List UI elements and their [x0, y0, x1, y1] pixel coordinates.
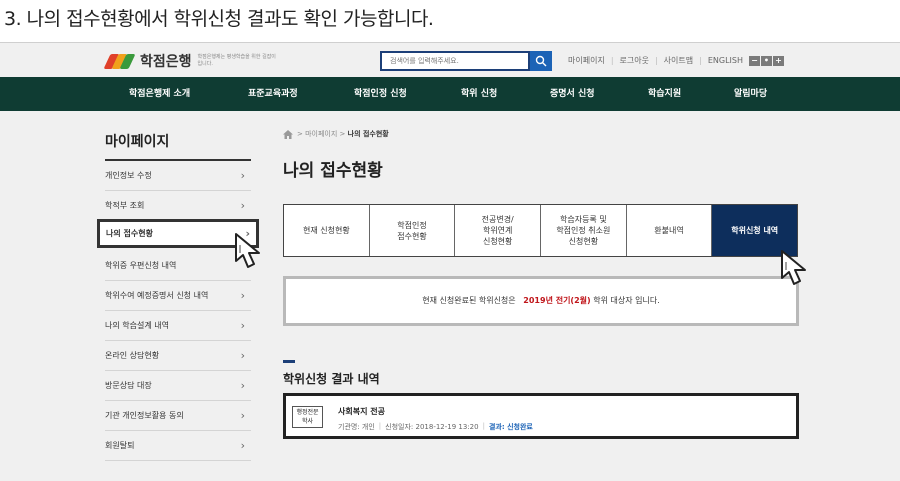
divider: |: [699, 56, 702, 65]
tab-refund[interactable]: 환불내역: [627, 205, 713, 256]
main-nav: 학점은행제 소개 표준교육과정 학점인정 신청 학위 신청 증명서 신청 학습지…: [0, 77, 900, 111]
chevron-right-icon: ›: [240, 409, 245, 422]
english-link[interactable]: ENGLISH: [708, 56, 743, 65]
tab-major-change[interactable]: 전공변경/ 학위연계 신청현황: [455, 205, 542, 256]
chevron-right-icon: ›: [240, 379, 245, 392]
sidebar-item-label: 기관 개인정보활용 동의: [105, 411, 184, 420]
sidebar-item-online-consult[interactable]: 온라인 상담현황 ›: [105, 341, 251, 371]
logout-link[interactable]: 로그아웃: [620, 55, 649, 66]
tab-credit-status[interactable]: 학점인정 접수현황: [370, 205, 456, 256]
search-button[interactable]: [530, 51, 552, 71]
sidebar-item-label: 온라인 상담현황: [105, 351, 160, 360]
sidebar-item-label: 방문상담 대장: [105, 381, 152, 390]
site-header: 학점은행 학점은행제는 평생학습을 위한 길잡이 입니다. 마이페이지 | 로그…: [0, 43, 900, 77]
zoom-controls: − • +: [748, 55, 785, 66]
sidebar-item-label: 나의 접수현황: [106, 229, 153, 238]
sidebar-item-expected-cert[interactable]: 학위수여 예정증명서 신청 내역 ›: [105, 281, 251, 311]
status-tabs: 현재 신청현황 학점인정 접수현황 전공변경/ 학위연계 신청현황 학습자등록 …: [283, 204, 798, 257]
breadcrumb-parent[interactable]: 마이페이지: [305, 129, 337, 139]
chevron-right-icon: ›: [240, 199, 245, 212]
site-logo[interactable]: 학점은행 학점은행제는 평생학습을 위한 길잡이 입니다.: [103, 51, 278, 71]
sidebar-item-study-plan[interactable]: 나의 학습설계 내역 ›: [105, 311, 251, 341]
section-marker: [283, 360, 295, 363]
chevron-right-icon: ›: [240, 289, 245, 302]
logo-slogan: 학점은행제는 평생학습을 위한 길잡이 입니다.: [197, 54, 276, 67]
notice-box: 현재 신청완료된 학위신청은 2019년 전기(2월) 학위 대상자 입니다.: [283, 276, 799, 326]
nav-item-curriculum[interactable]: 표준교육과정: [248, 77, 298, 111]
sidebar-item-label: 나의 학습설계 내역: [105, 321, 169, 330]
meta-result: 결과: 신청완료: [488, 423, 533, 431]
page-title: 나의 접수현황: [283, 161, 383, 181]
pointer-cursor-icon: [781, 250, 806, 285]
divider: |: [378, 422, 382, 430]
sitemap-link[interactable]: 사이트맵: [664, 55, 693, 66]
logo-text: 학점은행: [140, 54, 192, 70]
zoom-reset-button[interactable]: •: [760, 55, 772, 66]
notice-suffix: 학위 대상자 입니다.: [593, 296, 660, 305]
divider: |: [482, 422, 485, 430]
chevron-right-icon: ›: [240, 319, 245, 332]
breadcrumb-current: 나의 접수현황: [347, 130, 389, 138]
nav-item-support[interactable]: 학습지원: [648, 77, 681, 111]
sidebar-item-label: 학적부 조회: [105, 201, 145, 210]
notice-prefix: 현재 신청완료된 학위신청은: [422, 296, 516, 305]
chevron-right-icon: ›: [240, 349, 245, 362]
tab-current-status[interactable]: 현재 신청현황: [284, 205, 370, 256]
breadcrumb-separator: >: [297, 130, 303, 138]
notice-highlight: 2019년 전기(2월): [523, 296, 591, 305]
meta-date: 신청일자: 2018-12-19 13:20: [385, 423, 479, 431]
sidebar-item-label: 개인정보 수정: [105, 171, 152, 180]
zoom-out-button[interactable]: −: [748, 55, 760, 66]
pointer-cursor-icon: [235, 233, 260, 268]
home-icon[interactable]: [283, 129, 293, 139]
divider: |: [610, 56, 614, 65]
sidebar-item-withdraw[interactable]: 회원탈퇴 ›: [105, 431, 251, 461]
sidebar-item-profile[interactable]: 개인정보 수정 ›: [105, 161, 251, 191]
breadcrumb-separator: >: [339, 130, 346, 138]
sidebar-item-label: 학위증 우편신청 내역: [105, 261, 177, 270]
breadcrumb: > 마이페이지 > 나의 접수현황: [283, 129, 389, 139]
result-card: 행정전문 학사 사회복지 전공 기관명: 개인 | 신청일자: 2018-12-1…: [283, 393, 799, 439]
nav-item-degree-request[interactable]: 학위 신청: [461, 77, 497, 111]
result-meta: 기관명: 개인 | 신청일자: 2018-12-19 13:20 | 결과: 신청완…: [338, 422, 533, 432]
nav-item-credit-request[interactable]: 학점인정 신청: [354, 77, 407, 111]
major-name: 사회복지 전공: [338, 407, 385, 416]
tab-learner-registration[interactable]: 학습자등록 및 학점인정 취소원 신청현황: [541, 205, 627, 256]
sidebar-item-privacy-consent[interactable]: 기관 개인정보활용 동의 ›: [105, 401, 251, 431]
sidebar-item-diploma-mail[interactable]: 학위증 우편신청 내역: [105, 251, 251, 281]
search-box: [380, 51, 552, 71]
sidebar-item-records[interactable]: 학적부 조회 ›: [105, 191, 251, 221]
sidebar-item-label: 학위수여 예정증명서 신청 내역: [105, 291, 209, 300]
instruction-caption: 3. 나의 접수현황에서 학위신청 결과도 확인 가능합니다.: [4, 8, 434, 30]
chevron-right-icon: ›: [240, 169, 245, 182]
logo-icon: [103, 53, 136, 69]
mypage-link[interactable]: 마이페이지: [568, 55, 605, 66]
nav-item-certificate[interactable]: 증명서 신청: [550, 77, 595, 111]
meta-institution: 기관명: 개인: [338, 423, 375, 431]
nav-item-notice[interactable]: 알림마당: [734, 77, 767, 111]
utility-links: 마이페이지 | 로그아웃 | 사이트맵 | ENGLISH − • +: [568, 55, 785, 66]
zoom-in-button[interactable]: +: [772, 55, 784, 66]
search-icon: [535, 55, 547, 67]
divider: |: [654, 56, 658, 65]
result-section-title: 학위신청 결과 내역: [283, 372, 380, 386]
chevron-right-icon: ›: [240, 439, 245, 452]
screenshot-frame: 학점은행 학점은행제는 평생학습을 위한 길잡이 입니다. 마이페이지 | 로그…: [0, 42, 900, 481]
degree-badge: 행정전문 학사: [292, 406, 323, 428]
sidebar-item-label: 회원탈퇴: [105, 441, 135, 450]
nav-item-about[interactable]: 학점은행제 소개: [129, 77, 190, 111]
sidebar-item-visit-consult[interactable]: 방문상담 대장 ›: [105, 371, 251, 401]
search-input[interactable]: [380, 51, 530, 71]
sidebar-title: 마이페이지: [105, 134, 170, 150]
